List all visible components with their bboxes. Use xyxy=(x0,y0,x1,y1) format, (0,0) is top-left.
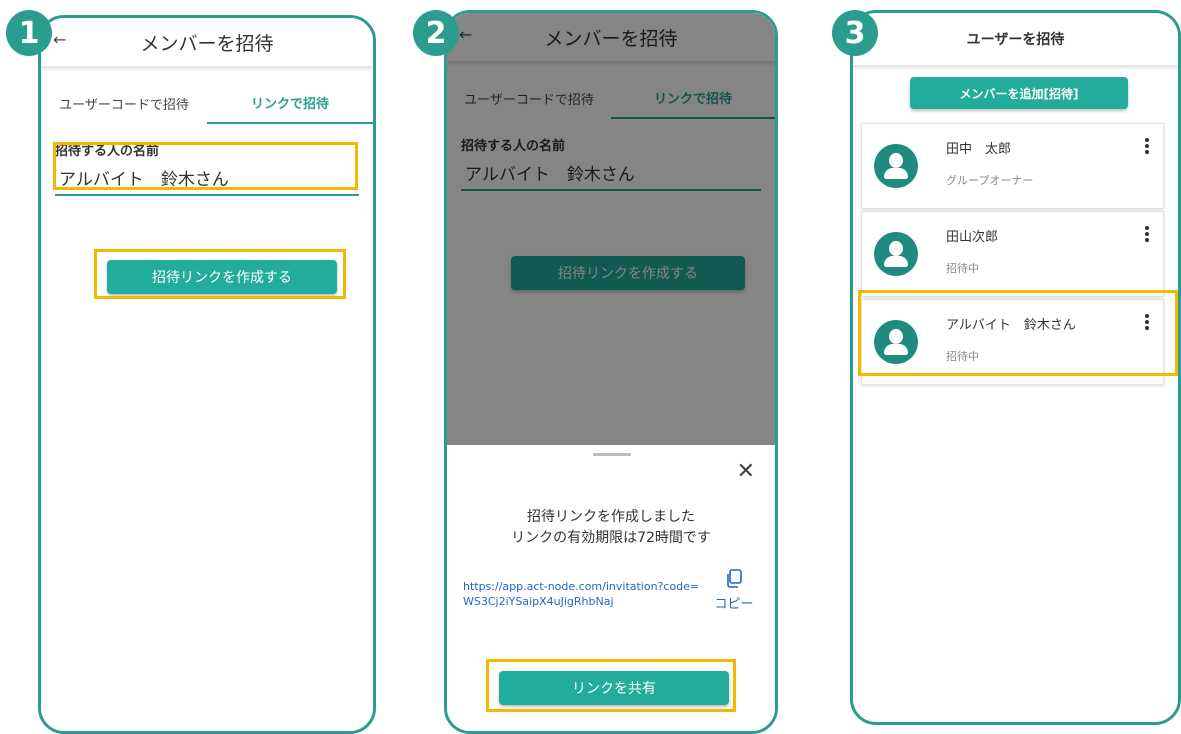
more-options-icon[interactable] xyxy=(1139,224,1155,248)
page-title: ユーザーを招待 xyxy=(966,32,1065,48)
step-badge-1: 1 xyxy=(6,10,52,56)
name-field-label: 招待する人の名前 xyxy=(55,144,160,159)
step-badge-3: 3 xyxy=(832,10,878,56)
sheet-drag-handle[interactable] xyxy=(593,453,631,456)
copy-button[interactable]: コピー xyxy=(707,569,761,612)
copy-icon xyxy=(727,569,742,588)
avatar-icon xyxy=(874,320,918,364)
phone-screen-step1: ← メンバーを招待 ユーザーコードで招待 リンクで招待 招待する人の名前 招待リ… xyxy=(38,15,376,734)
invite-link-url[interactable]: https://app.act-node.com/invitation?code… xyxy=(463,579,703,609)
sheet-message: 招待リンクを作成しました リンクの有効期限は72時間です xyxy=(447,507,775,549)
invite-link-sheet: ✕ 招待リンクを作成しました リンクの有効期限は72時間です https://a… xyxy=(447,445,775,731)
tab-user-code[interactable]: ユーザーコードで招待 xyxy=(41,82,207,124)
member-role: 招待中 xyxy=(946,262,979,275)
member-name: 田中 太郎 xyxy=(946,142,1012,157)
page-title: メンバーを招待 xyxy=(140,32,274,55)
add-member-button[interactable]: メンバーを追加[招待] xyxy=(910,77,1128,109)
member-card[interactable]: 田山次郎 招待中 xyxy=(861,211,1164,297)
app-bar: ← メンバーを招待 xyxy=(41,18,373,67)
close-icon[interactable]: ✕ xyxy=(737,459,755,484)
member-card[interactable]: アルバイト 鈴木さん 招待中 xyxy=(861,299,1164,385)
member-name: 田山次郎 xyxy=(946,230,999,245)
create-invite-link-button[interactable]: 招待リンクを作成する xyxy=(107,260,337,294)
invitee-name-input[interactable] xyxy=(55,160,359,196)
modal-overlay[interactable] xyxy=(447,13,775,445)
tab-link[interactable]: リンクで招待 xyxy=(207,82,373,124)
back-arrow-icon[interactable]: ← xyxy=(53,30,66,49)
sheet-message-line1: 招待リンクを作成しました xyxy=(527,509,695,525)
app-bar: ← ユーザーを招待 xyxy=(853,13,1178,66)
step-badge-2: 2 xyxy=(413,10,459,56)
member-card[interactable]: 田中 太郎 グループオーナー xyxy=(861,123,1164,209)
member-role: グループオーナー xyxy=(946,174,1034,187)
sheet-message-line2: リンクの有効期限は72時間です xyxy=(511,530,711,546)
phone-screen-step2: ← メンバーを招待 ユーザーコードで招待 リンクで招待 招待する人の名前 招待リ… xyxy=(444,10,778,734)
share-link-button[interactable]: リンクを共有 xyxy=(499,671,729,705)
copy-label: コピー xyxy=(714,597,754,612)
more-options-icon[interactable] xyxy=(1139,312,1155,336)
member-name: アルバイト 鈴木さん xyxy=(946,318,1076,333)
more-options-icon[interactable] xyxy=(1139,136,1155,160)
phone-screen-step3: ← ユーザーを招待 メンバーを追加[招待] 田中 太郎 グループオーナー 田山次… xyxy=(850,10,1181,725)
avatar-icon xyxy=(874,232,918,276)
member-role: 招待中 xyxy=(946,350,979,363)
avatar-icon xyxy=(874,144,918,188)
invite-tabs: ユーザーコードで招待 リンクで招待 xyxy=(41,82,373,124)
